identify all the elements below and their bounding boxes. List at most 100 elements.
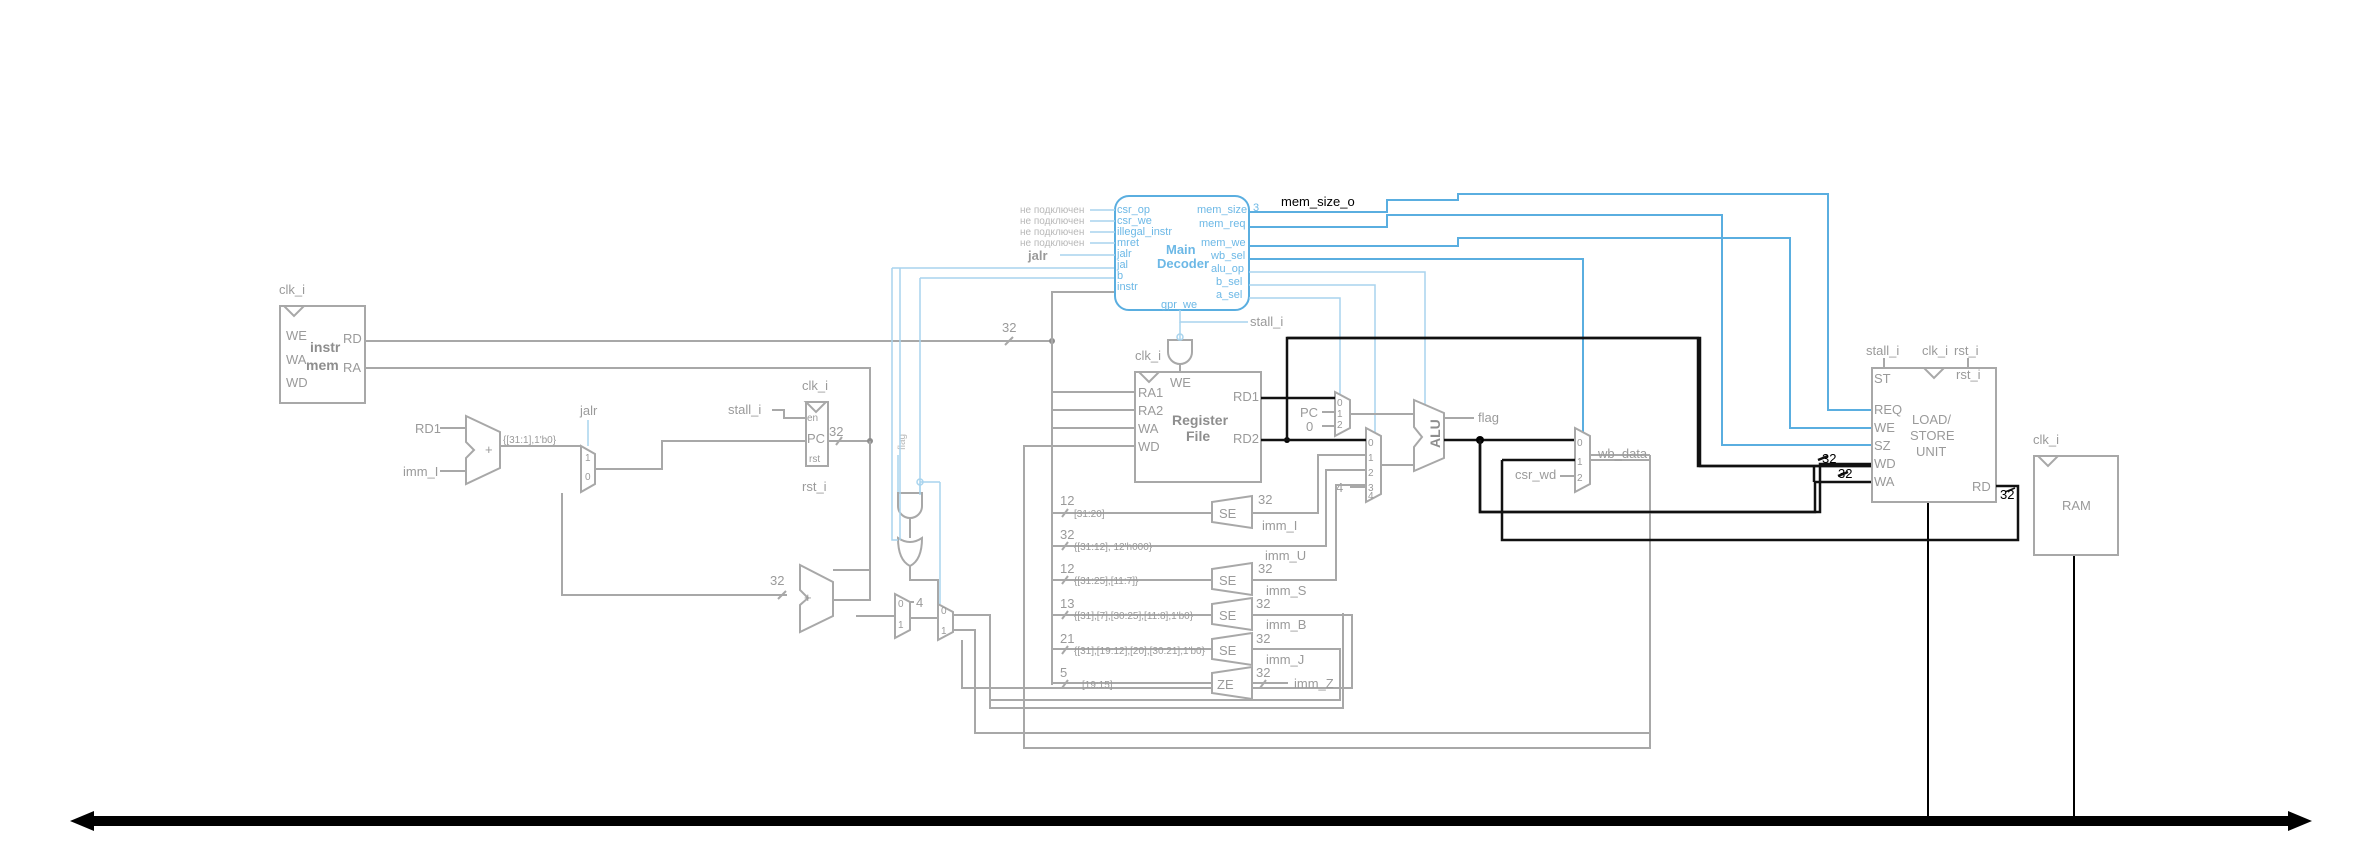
svg-text:21: 21 (1060, 631, 1074, 646)
svg-text:32: 32 (1256, 631, 1270, 646)
lsu-clk-label: clk_i (1922, 343, 1948, 358)
lsu-st-port: ST (1874, 371, 1891, 386)
pc-rst-label: rst_i (802, 479, 827, 494)
svg-text:b_sel: b_sel (1216, 276, 1242, 288)
alu-pc-label: PC (1300, 405, 1318, 420)
svg-text:13: 13 (1060, 596, 1074, 611)
svg-text:+: + (804, 590, 812, 605)
svg-text:SE: SE (1219, 506, 1237, 521)
svg-text:imm_J: imm_J (1266, 652, 1304, 667)
imem-wd-port: WD (286, 375, 308, 390)
rf-title-2: File (1186, 428, 1210, 444)
svg-text:2: 2 (1368, 468, 1374, 479)
rf-clk-label: clk_i (1135, 348, 1161, 363)
load-store-unit: stall_i clk_i rst_i ST rst_i REQ WE SZ W… (1822, 343, 2020, 504)
svg-text:12: 12 (1060, 493, 1074, 508)
decoder-inputs: csr_op csr_we illegal_instr mret jalr ja… (1116, 204, 1172, 293)
svg-text:[31:20]: [31:20] (1074, 509, 1105, 520)
svg-text:не подключен: не подключен (1020, 205, 1084, 216)
svg-text:{[31:25],[11:7]}: {[31:25],[11:7]} (1074, 576, 1139, 587)
decoder-gpr-we: gpr_we (1161, 299, 1197, 311)
pc-rd1-label: RD1 (415, 421, 441, 436)
imem-wa-port: WA (286, 352, 307, 367)
alu-four-label: 4 (1336, 480, 1343, 495)
lsu-rd-port: RD (1972, 479, 1991, 494)
svg-text:SE: SE (1219, 608, 1237, 623)
imem-clk-icon (281, 305, 307, 318)
lsu-sz-port: SZ (1874, 438, 1891, 453)
svg-text:{[31],[19:12],[20],[30:21],1'b: {[31],[19:12],[20],[30:21],1'b0} (1074, 646, 1206, 657)
pc-stall-label: stall_i (728, 402, 761, 417)
svg-text:12: 12 (1060, 561, 1074, 576)
lsu-title-2: STORE (1910, 428, 1955, 443)
imem-we-port: WE (286, 328, 307, 343)
svg-text:1: 1 (1577, 457, 1583, 468)
pc-next-logic: RD1 imm_I + {[31:1],1'b0} jalr 1 0 stall… (403, 378, 1651, 734)
lsu-stall-label: stall_i (1866, 343, 1899, 358)
svg-text:{[31:12], 12'h000}: {[31:12], 12'h000} (1074, 542, 1153, 553)
decoder-outputs: mem_size mem_req mem_we wb_sel alu_op b_… (1197, 204, 1247, 301)
svg-text:32: 32 (1256, 665, 1270, 680)
imem-title-1: instr (310, 339, 341, 355)
lsu-title-3: UNIT (1916, 444, 1946, 459)
immediate-generators: 12 [31:20] SE 32 imm_I 32 {[31:12], 12'h… (961, 454, 1366, 701)
pc-clk-label: clk_i (802, 378, 828, 393)
ram-clk-label: clk_i (2033, 432, 2059, 447)
svg-text:0: 0 (585, 472, 591, 483)
rf-rd2-port: RD2 (1233, 431, 1259, 446)
imem-clk-label: clk_i (279, 282, 305, 297)
rf-rd1-port: RD1 (1233, 389, 1259, 404)
lsu-we-port: WE (1874, 420, 1895, 435)
csr-wd-label: csr_wd (1515, 467, 1556, 482)
svg-text:0: 0 (1577, 438, 1583, 449)
svg-text:32: 32 (1258, 492, 1272, 507)
alu-zero-label: 0 (1306, 419, 1313, 434)
svg-text:0: 0 (941, 606, 947, 617)
svg-text:не подключен: не подключен (1020, 216, 1084, 227)
svg-text:32: 32 (2000, 487, 2014, 502)
rf-wd-port: WD (1138, 439, 1160, 454)
rf-stall-label: stall_i (1250, 314, 1283, 329)
svg-text:imm_Z: imm_Z (1294, 676, 1334, 691)
or-gate (896, 536, 924, 568)
svg-text:imm_I: imm_I (1262, 518, 1297, 533)
rf-wa-port: WA (1138, 421, 1159, 436)
svg-text:mem_req: mem_req (1199, 218, 1245, 230)
lsu-rst-port: rst_i (1956, 367, 1981, 382)
branch-gates: flag (891, 267, 1115, 604)
svg-text:не подключен: не подключен (1020, 227, 1084, 238)
svg-text:32: 32 (1060, 527, 1074, 542)
svg-text:mem_we: mem_we (1201, 237, 1246, 249)
svg-text:0: 0 (1337, 398, 1343, 409)
svg-text:a_sel: a_sel (1216, 289, 1242, 301)
wb-data-label: wb_data (1597, 446, 1648, 461)
decoder-title-1: Main (1166, 242, 1196, 257)
lsu-wa-port: WA (1874, 474, 1895, 489)
svg-text:SE: SE (1219, 643, 1237, 658)
svg-text:instr: instr (1117, 281, 1138, 293)
instr-mem-block: clk_i WE WA WD RD RA instr mem (279, 282, 366, 404)
rf-ra1-port: RA1 (1138, 385, 1163, 400)
pc-slice-label: {[31:1],1'b0} (503, 435, 557, 446)
rf-title-1: Register (1172, 412, 1229, 428)
imem-ra-port: RA (343, 360, 361, 375)
decoder-jalr-wire: jalr (1027, 248, 1048, 263)
svg-text:32: 32 (770, 573, 784, 588)
rf-ra2-port: RA2 (1138, 403, 1163, 418)
svg-text:ZE: ZE (1217, 677, 1234, 692)
svg-text:+: + (485, 442, 493, 457)
svg-text:4: 4 (916, 595, 923, 610)
svg-text:imm_B: imm_B (1266, 617, 1306, 632)
svg-text:1: 1 (1337, 409, 1343, 420)
alu-label: ALU (1427, 419, 1443, 448)
imem-rd-port: RD (343, 331, 362, 346)
svg-text:5: 5 (1060, 665, 1067, 680)
decoder-nc-labels: не подключен не подключен не подключен н… (1020, 205, 1115, 249)
ram-title: RAM (2062, 498, 2091, 513)
lsu-rst-label: rst_i (1954, 343, 1979, 358)
lsu-title-1: LOAD/ (1912, 412, 1951, 427)
svg-text:{[31],[7],[30:25],[11:8],1'b0}: {[31],[7],[30:25],[11:8],1'b0} (1074, 611, 1194, 622)
lsu-req-port: REQ (1874, 402, 1902, 417)
svg-text:2: 2 (1577, 473, 1583, 484)
svg-text:[19:15]: [19:15] (1082, 680, 1113, 691)
